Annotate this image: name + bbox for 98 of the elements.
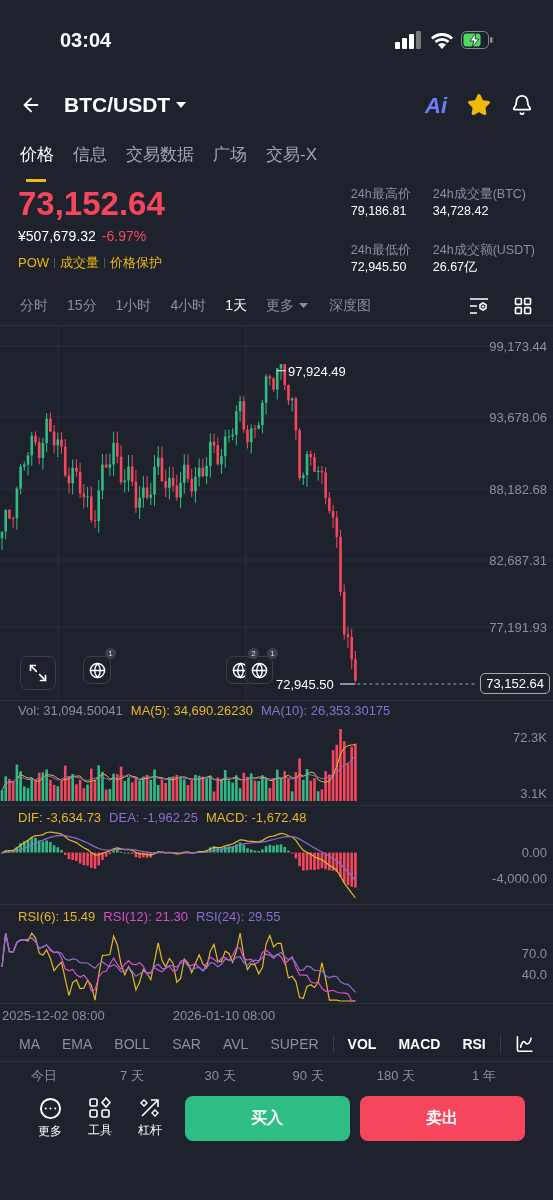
interval-tab[interactable]: 15分 [67,295,97,316]
cny-price: ¥507,679.32 [18,227,96,246]
last-price-tag: 73,152.64 [480,673,550,694]
stat-label: 24h成交量(BTC) [432,186,527,203]
range-option[interactable]: 1 年 [440,1065,528,1086]
ai-button[interactable]: Ai [425,88,447,122]
interval-tab[interactable]: 4小时 [170,295,207,316]
sell-button[interactable]: 卖出 [359,1095,525,1141]
indicator-value: RSI(24): 29.55 [195,908,281,927]
range-option[interactable]: 7 天 [88,1065,176,1086]
axis-label: 88,182.68 [489,483,547,496]
interval-tab[interactable]: 更多 [265,295,308,316]
indicator-value: Vol: 31,094.50041 [18,702,123,721]
stat-value: 79,186.81 [350,203,408,220]
indicator-tab[interactable]: AVL [222,1033,249,1055]
date-label: 2026-01-10 08:00 [172,1006,276,1025]
high-price-marker: 97,924.49 [288,364,346,378]
interval-tab[interactable]: 1小时 [115,295,152,316]
tab[interactable]: 交易-X [266,142,317,182]
more-icon [38,1096,62,1120]
price-tag[interactable]: 成交量 [60,253,100,273]
indicator-tab[interactable]: SAR [172,1033,201,1055]
interval-tab[interactable]: 1天 [225,295,247,316]
stat-label: 24h最高价 [350,186,412,203]
chart-settings-icon[interactable] [469,296,489,315]
indicator-value: DEA: -1,962.25 [109,809,198,828]
layout-grid-icon[interactable] [513,295,533,316]
tab[interactable]: 广场 [213,142,247,182]
indicator-value: RSI(12): 21.30 [103,908,188,927]
stat-value: 26.67亿 [432,259,479,276]
event-marker[interactable] [83,656,111,684]
fullscreen-button[interactable] [20,656,56,690]
event-count-badge: 2 [248,648,259,659]
indicator-tab[interactable]: SUPER [270,1033,319,1055]
event-count-badge: 1 [267,648,278,659]
axis-label: 70.0 [521,947,547,961]
tab[interactable]: 信息 [73,142,107,182]
stat-label: 24h成交额(USDT) [432,242,535,259]
stat-label: 24h最低价 [350,242,412,259]
indicator-value: MACD: -1,672.48 [206,809,307,828]
status-time: 03:04 [60,28,112,53]
tab[interactable]: 价格 [20,142,54,185]
indicator-value: RSI(6): 15.49 [18,908,96,927]
indicator-value: MA(5): 34,690.26230 [130,702,253,721]
axis-label: 82,687.31 [489,554,547,567]
indicator-tab[interactable]: BOLL [114,1033,151,1055]
price-tag[interactable]: POW [18,253,50,273]
last-price: 73,152.64 [18,184,165,224]
axis-label: 77,191.93 [489,621,547,634]
axis-label: 72.3K [513,731,547,744]
globe-icon [250,661,268,679]
interval-tab[interactable]: 深度图 [328,295,371,316]
tab[interactable]: 交易数据 [126,142,194,182]
favorite-star-icon[interactable] [467,93,491,117]
axis-label: 3.1K [520,787,547,800]
signal-icon [395,31,423,49]
expand-icon [28,663,48,683]
low-price-marker: 72,945.50 [276,678,334,691]
indicator-tab[interactable]: VOL [347,1033,377,1055]
event-count-badge: 1 [105,648,116,659]
indicator-settings-icon[interactable] [514,1034,534,1054]
price-tag[interactable]: 价格保护 [110,253,163,273]
notification-bell-icon[interactable] [511,94,533,116]
range-option[interactable]: 180 天 [352,1065,440,1086]
tab-indicator [26,178,46,182]
axis-label: 0.00 [521,845,547,859]
indicator-tab[interactable]: EMA [62,1033,93,1055]
toolbar-button[interactable]: 工具 [78,1097,123,1139]
range-option[interactable]: 30 天 [176,1065,264,1086]
toolbar-button[interactable]: 更多 [28,1096,73,1140]
leader-line [276,370,287,372]
range-option[interactable]: 今日 [0,1065,88,1086]
indicator-value: DIF: -3,634.73 [18,809,102,828]
event-marker[interactable] [245,656,273,684]
indicator-tab[interactable]: MA [19,1033,40,1055]
indicator-tab[interactable]: RSI [462,1033,486,1055]
axis-label: 40.0 [521,967,547,981]
globe-icon [88,661,106,679]
stat-value: 72,945.50 [350,259,408,276]
caret-icon [176,102,187,108]
stat-value: 34,728.42 [432,203,490,220]
axis-label: 93,678.06 [489,411,547,424]
axis-label: -4,000.00 [492,872,547,885]
leader-line [339,683,356,685]
interval-tab[interactable]: 分时 [20,295,48,316]
axis-label: 99,173.44 [489,340,547,353]
tools-icon [89,1097,112,1119]
wifi-icon [431,31,453,49]
indicator-tab[interactable]: MACD [398,1033,441,1055]
toolbar-button[interactable]: 杠杆 [128,1097,173,1139]
pair-selector[interactable]: BTC/USDT [64,89,187,121]
range-option[interactable]: 90 天 [264,1065,352,1086]
date-label: 2025-12-02 08:00 [2,1006,105,1025]
battery-charging-icon [461,31,493,49]
indicator-value: MA(10): 26,353.30175 [260,702,391,721]
price-change: -6.97% [101,227,147,246]
leverage-icon [139,1097,162,1119]
caret-icon [298,303,308,308]
